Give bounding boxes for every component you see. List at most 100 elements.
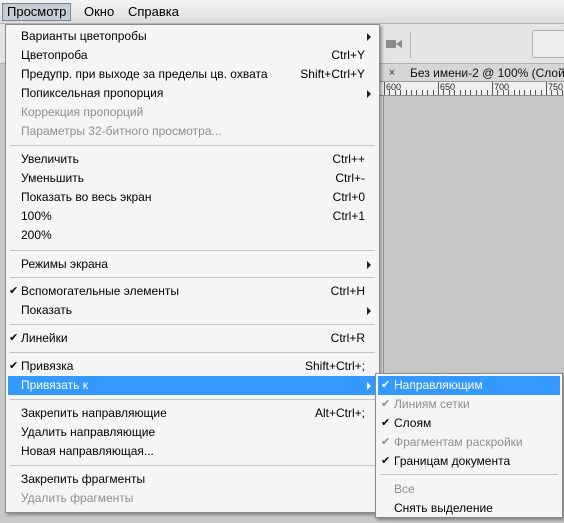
menu-separator bbox=[10, 399, 375, 400]
menu-item-label: Привязать к bbox=[21, 378, 88, 392]
ruler-label: 650 bbox=[440, 82, 456, 92]
submenu-item-label: Слоям bbox=[394, 416, 432, 430]
menu-separator bbox=[10, 324, 375, 325]
menu-bar: Просмотр Окно Справка bbox=[0, 0, 564, 24]
ruler-label: 600 bbox=[386, 82, 402, 92]
submenu-arrow-icon bbox=[367, 33, 371, 41]
ruler-major-tick bbox=[384, 82, 385, 95]
menu-separator bbox=[10, 250, 375, 251]
menu-item-label: Новая направляющая... bbox=[21, 444, 154, 458]
submenu-item-label: Все bbox=[394, 482, 415, 496]
view-menu-item[interactable]: ✔ Линейки Ctrl+R bbox=[8, 329, 377, 348]
video-camera-icon[interactable] bbox=[385, 38, 405, 50]
submenu-separator bbox=[380, 474, 558, 475]
view-menu-item[interactable]: Цветопроба Ctrl+Y bbox=[8, 46, 377, 65]
document-tab-title: Без имени-2 @ 100% (Слой 1 bbox=[410, 66, 564, 80]
menu-item-shortcut: Ctrl+H bbox=[330, 284, 365, 298]
submenu-arrow-icon bbox=[367, 307, 371, 315]
vertical-ruler bbox=[380, 96, 384, 376]
menu-item-label: Варианты цветопробы bbox=[21, 29, 147, 43]
view-menu-item[interactable]: Уменьшить Ctrl+- bbox=[8, 169, 377, 188]
menu-item-label: Предупр. при выходе за пределы цв. охват… bbox=[21, 67, 268, 81]
horizontal-ruler: 600 650 700 750 bbox=[380, 82, 564, 96]
ruler-label: 700 bbox=[494, 82, 510, 92]
ruler-major-tick bbox=[492, 82, 493, 95]
view-menu-item: Удалить фрагменты bbox=[8, 489, 377, 508]
checkmark-icon: ✔ bbox=[381, 398, 391, 410]
view-menu-item[interactable]: ✔ Привязка Shift+Ctrl+; bbox=[8, 357, 377, 376]
menu-item-label: Привязка bbox=[21, 359, 74, 373]
menu-separator bbox=[10, 352, 375, 353]
snap-to-item: ✔ Линиям сетки bbox=[378, 395, 560, 414]
submenu-item-label: Границам документа bbox=[394, 454, 511, 468]
menu-window[interactable]: Окно bbox=[80, 3, 118, 21]
menu-item-label: Вспомогательные элементы bbox=[21, 284, 179, 298]
snap-to-item: Все bbox=[378, 480, 560, 499]
submenu-arrow-icon bbox=[367, 261, 371, 269]
view-menu-item[interactable]: Варианты цветопробы bbox=[8, 27, 377, 46]
menu-separator bbox=[10, 145, 375, 146]
snap-to-item[interactable]: ✔ Слоям bbox=[378, 414, 560, 433]
menu-item-label: Попиксельная пропорция bbox=[21, 86, 164, 100]
close-tab-icon[interactable]: × bbox=[384, 65, 400, 81]
menu-item-label: Коррекция пропорций bbox=[21, 105, 144, 119]
snap-to-item[interactable]: Снять выделение bbox=[378, 499, 560, 518]
menu-item-label: Показать bbox=[21, 303, 73, 317]
view-menu-item[interactable]: Новая направляющая... bbox=[8, 442, 377, 461]
ruler-label: 750 bbox=[548, 82, 564, 92]
view-menu-item[interactable]: 100% Ctrl+1 bbox=[8, 207, 377, 226]
submenu-item-label: Направляющим bbox=[394, 378, 483, 392]
checkmark-icon: ✔ bbox=[9, 332, 19, 344]
checkmark-icon: ✔ bbox=[9, 360, 19, 372]
snap-to-item[interactable]: ✔ Направляющим bbox=[378, 376, 560, 395]
view-menu-item[interactable]: Попиксельная пропорция bbox=[8, 84, 377, 103]
view-menu-item[interactable]: Показать bbox=[8, 301, 377, 320]
menu-item-label: Закрепить направляющие bbox=[21, 406, 167, 420]
checkmark-icon: ✔ bbox=[381, 417, 391, 429]
menu-item-label: Уменьшить bbox=[21, 171, 84, 185]
menu-separator bbox=[10, 277, 375, 278]
view-menu-item[interactable]: Привязать к bbox=[8, 376, 377, 395]
menu-item-shortcut: Ctrl+0 bbox=[332, 190, 365, 204]
checkmark-icon: ✔ bbox=[381, 379, 391, 391]
submenu-item-label: Снять выделение bbox=[394, 501, 493, 515]
view-menu-item[interactable]: Режимы экрана bbox=[8, 255, 377, 274]
menu-item-label: Закрепить фрагменты bbox=[21, 472, 146, 486]
view-menu-item[interactable]: Закрепить фрагменты bbox=[8, 470, 377, 489]
submenu-arrow-icon bbox=[367, 382, 371, 390]
menu-item-shortcut: Ctrl+R bbox=[330, 331, 365, 345]
menu-item-label: 200% bbox=[21, 228, 52, 242]
menu-item-shortcut: Ctrl+1 bbox=[332, 209, 365, 223]
snap-to-submenu: ✔ Направляющим ✔ Линиям сетки ✔ Слоям ✔ Фрагмен… bbox=[375, 373, 563, 518]
menu-item-shortcut: Ctrl+Y bbox=[331, 48, 365, 62]
snap-to-item[interactable]: ✔ Границам документа bbox=[378, 452, 560, 471]
view-menu-item[interactable]: Показать во весь экран Ctrl+0 bbox=[8, 188, 377, 207]
view-menu-item[interactable]: Закрепить направляющие Alt+Ctrl+; bbox=[8, 404, 377, 423]
menu-item-shortcut: Alt+Ctrl+; bbox=[314, 406, 365, 420]
menu-item-label: Режимы экрана bbox=[21, 257, 108, 271]
view-menu-item[interactable]: Предупр. при выходе за пределы цв. охват… bbox=[8, 65, 377, 84]
menu-item-label: Удалить направляющие bbox=[21, 425, 156, 439]
menu-item-shortcut: Ctrl+- bbox=[335, 171, 365, 185]
menu-item-shortcut: Shift+Ctrl+Y bbox=[300, 67, 365, 81]
menu-view[interactable]: Просмотр bbox=[2, 3, 72, 21]
checkmark-icon: ✔ bbox=[9, 285, 19, 297]
view-menu-item: Коррекция пропорций bbox=[8, 103, 377, 122]
view-menu-item[interactable]: 200% bbox=[8, 226, 377, 245]
options-panel-button[interactable] bbox=[532, 30, 564, 58]
view-menu-item[interactable]: Удалить направляющие bbox=[8, 423, 377, 442]
view-menu-item[interactable]: Увеличить Ctrl++ bbox=[8, 150, 377, 169]
ruler-major-tick bbox=[438, 82, 439, 95]
menu-item-shortcut: Shift+Ctrl+; bbox=[304, 359, 365, 373]
ruler-major-tick bbox=[546, 82, 547, 95]
view-menu-item: Параметры 32-битного просмотра... bbox=[8, 122, 377, 141]
submenu-arrow-icon bbox=[367, 90, 371, 98]
menu-help[interactable]: Справка bbox=[124, 3, 183, 21]
menu-item-label: Параметры 32-битного просмотра... bbox=[21, 124, 222, 138]
menu-item-label: 100% bbox=[21, 209, 52, 223]
document-tab[interactable]: × Без имени-2 @ 100% (Слой 1 bbox=[380, 64, 564, 82]
menu-separator bbox=[10, 465, 375, 466]
submenu-item-label: Линиям сетки bbox=[394, 397, 470, 411]
view-menu-item[interactable]: ✔ Вспомогательные элементы Ctrl+H bbox=[8, 282, 377, 301]
options-separator bbox=[410, 32, 411, 58]
